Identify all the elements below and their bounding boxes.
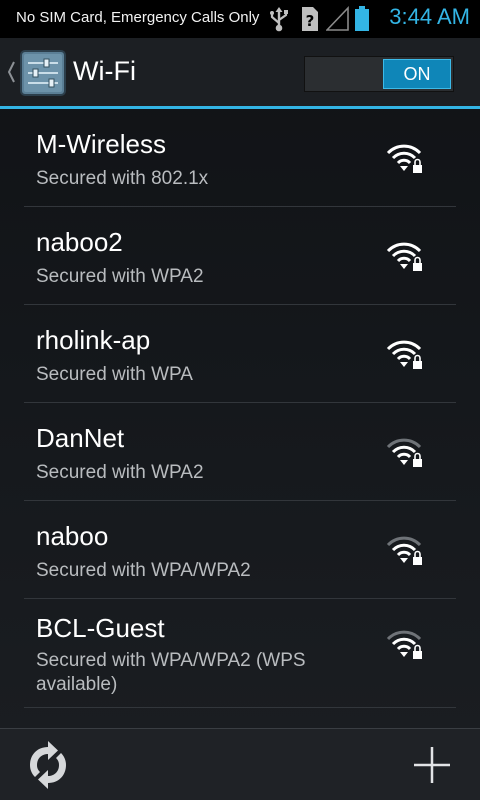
- network-list: M-Wireless Secured with 802.1x naboo2 Se…: [24, 109, 456, 708]
- network-item-rholink-ap[interactable]: rholink-ap Secured with WPA: [24, 305, 456, 403]
- up-navigation-icon[interactable]: [6, 60, 16, 84]
- wifi-settings-icon[interactable]: [20, 50, 66, 96]
- wifi-signal-medium-locked-icon: [386, 630, 422, 659]
- page-title: Wi-Fi: [73, 56, 136, 86]
- network-security: Secured with WPA/WPA2: [36, 560, 251, 581]
- svg-text:?: ?: [306, 12, 315, 30]
- network-item-dannet[interactable]: DanNet Secured with WPA2: [24, 403, 456, 501]
- wifi-signal-medium-locked-icon: [386, 438, 422, 467]
- network-security: Secured with 802.1x: [36, 168, 209, 189]
- no-signal-icon: [326, 6, 349, 31]
- clock: 3:44 AM: [389, 4, 470, 29]
- network-security: Secured with WPA/WPA2 (WPS available): [36, 650, 306, 695]
- bottom-divider: [240, 741, 241, 789]
- network-name: naboo: [36, 521, 109, 551]
- wifi-toggle[interactable]: ON: [304, 56, 454, 92]
- scan-refresh-icon[interactable]: [20, 739, 76, 791]
- network-item-naboo[interactable]: naboo Secured with WPA/WPA2: [24, 501, 456, 599]
- sim-missing-icon: ?: [302, 7, 318, 31]
- status-bar: No SIM Card, Emergency Calls Only ? 3:44…: [0, 0, 480, 38]
- network-security: Secured with WPA: [36, 364, 193, 385]
- battery-icon: [355, 6, 369, 31]
- network-item-naboo2[interactable]: naboo2 Secured with WPA2: [24, 207, 456, 305]
- network-item-bcl-guest[interactable]: BCL-Guest Secured with WPA/WPA2 (WPS ava…: [24, 599, 456, 708]
- usb-icon: [270, 7, 288, 32]
- carrier-status-text: No SIM Card, Emergency Calls Only: [16, 9, 260, 26]
- bottom-action-bar: [0, 728, 480, 800]
- wifi-signal-strong-locked-icon: [386, 242, 422, 271]
- add-network-icon[interactable]: [404, 739, 460, 791]
- wifi-signal-strong-locked-icon: [386, 144, 422, 173]
- wifi-signal-strong-locked-icon: [386, 340, 422, 369]
- action-bar: Wi-Fi ON: [0, 38, 480, 106]
- network-security: Secured with WPA2: [36, 462, 204, 483]
- network-name: BCL-Guest: [36, 613, 165, 643]
- wifi-signal-medium-locked-icon: [386, 536, 422, 565]
- network-item-m-wireless[interactable]: M-Wireless Secured with 802.1x: [24, 109, 456, 207]
- wifi-toggle-on-label[interactable]: ON: [383, 59, 451, 89]
- network-name: M-Wireless: [36, 129, 166, 159]
- network-name: rholink-ap: [36, 325, 151, 355]
- network-name: naboo2: [36, 227, 123, 257]
- network-security: Secured with WPA2: [36, 266, 204, 287]
- wifi-settings-screen: No SIM Card, Emergency Calls Only ? 3:44…: [0, 0, 480, 800]
- network-name: DanNet: [36, 423, 125, 453]
